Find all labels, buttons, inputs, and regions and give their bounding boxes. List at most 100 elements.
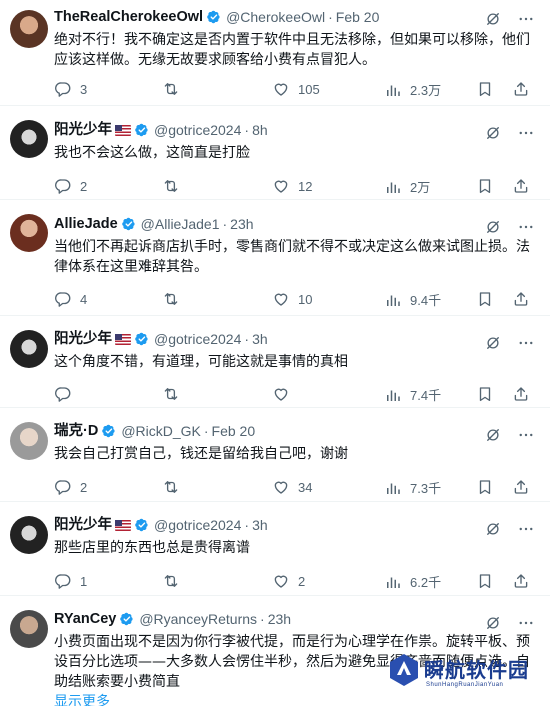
handle[interactable]: @gotrice2024 (154, 516, 241, 534)
share-icon (514, 292, 528, 306)
tweet[interactable]: TheRealCherokeeOwl @CherokeeOwl · Feb 20… (0, 0, 550, 106)
separator-dot: · (244, 122, 250, 138)
reply-button[interactable]: 3 (54, 80, 87, 98)
avatar[interactable] (10, 10, 48, 48)
share-button[interactable] (512, 177, 530, 195)
retweet-button[interactable] (162, 290, 180, 308)
views-button[interactable]: 2.3万 (384, 80, 441, 99)
reply-icon (54, 387, 71, 402)
handle[interactable]: @RickD_GK (121, 422, 201, 440)
retweet-icon (164, 575, 178, 587)
share-button[interactable] (512, 385, 530, 403)
more-options-icon[interactable] (516, 124, 536, 142)
timestamp[interactable]: 3h (252, 516, 268, 534)
more-options-icon[interactable] (516, 218, 536, 236)
reply-button[interactable]: 4 (54, 290, 87, 308)
display-name[interactable]: 阳光少年 (54, 121, 112, 139)
like-button[interactable]: 10 (272, 290, 312, 308)
reply-button[interactable]: 2 (54, 177, 87, 195)
heart-icon (274, 481, 288, 494)
bookmark-button[interactable] (476, 290, 494, 308)
tweet-text: 当他们不再起诉商店扒手时，零售商们就不得不或决定这么做来试图止损。法律体系在这里… (54, 239, 530, 275)
like-button[interactable] (272, 385, 290, 403)
share-button[interactable] (512, 478, 530, 496)
separator-dot: · (244, 517, 250, 533)
timestamp[interactable]: 23h (268, 610, 291, 628)
like-button[interactable]: 12 (272, 177, 312, 195)
bookmark-button[interactable] (476, 80, 494, 98)
handle[interactable]: @gotrice2024 (154, 330, 241, 348)
views-button[interactable]: 7.4千 (384, 385, 441, 404)
share-button[interactable] (512, 572, 530, 590)
handle[interactable]: @RyanceyReturns (139, 610, 257, 628)
display-name[interactable]: 阳光少年 (54, 330, 112, 348)
bookmark-button[interactable] (476, 572, 494, 590)
avatar[interactable] (10, 214, 48, 252)
tweet[interactable]: 阳光少年 @gotrice2024 · 8h 我也不会这么做，这简直是打脸 2 … (0, 106, 550, 200)
views-button[interactable]: 7.3千 (384, 478, 441, 497)
views-button[interactable]: 6.2千 (384, 572, 441, 591)
display-name[interactable]: RYanCey (54, 610, 116, 628)
avatar[interactable] (10, 610, 48, 648)
retweet-button[interactable] (162, 572, 180, 590)
like-button[interactable]: 2 (272, 572, 305, 590)
reply-icon (54, 480, 71, 495)
retweet-button[interactable] (162, 177, 180, 195)
handle[interactable]: @CherokeeOwl (226, 8, 325, 26)
tweet[interactable]: 阳光少年 @gotrice2024 · 3h 那些店里的东西也总是贵得离谱 1 … (0, 502, 550, 596)
timestamp[interactable]: 3h (252, 330, 268, 348)
reply-button[interactable] (54, 385, 72, 403)
tweet[interactable]: 阳光少年 @gotrice2024 · 3h 这个角度不错，有道理，可能这就是事… (0, 316, 550, 408)
bookmark-button[interactable] (476, 177, 494, 195)
display-name[interactable]: TheRealCherokeeOwl (54, 8, 203, 26)
view-count: 2万 (410, 180, 431, 195)
grok-icon[interactable] (484, 520, 502, 538)
avatar[interactable] (10, 330, 48, 368)
bookmark-button[interactable] (476, 385, 494, 403)
display-name[interactable]: 阳光少年 (54, 516, 112, 534)
like-button[interactable]: 34 (272, 478, 312, 496)
avatar[interactable] (10, 516, 48, 554)
share-button[interactable] (512, 290, 530, 308)
grok-icon[interactable] (484, 124, 502, 142)
views-button[interactable]: 9.4千 (384, 290, 441, 309)
retweet-button[interactable] (162, 80, 180, 98)
reply-icon (54, 82, 71, 97)
more-options-icon[interactable] (516, 614, 536, 632)
tweet-text: 这个角度不错，有道理，可能这就是事情的真相 (54, 354, 348, 370)
more-options-icon[interactable] (516, 426, 536, 444)
retweet-button[interactable] (162, 385, 180, 403)
views-button[interactable]: 2万 (384, 177, 430, 196)
like-button[interactable]: 105 (272, 80, 320, 98)
timestamp[interactable]: 8h (252, 121, 268, 139)
bookmark-button[interactable] (476, 478, 494, 496)
more-options-icon[interactable] (516, 520, 536, 538)
avatar[interactable] (10, 422, 48, 460)
us-flag-icon (115, 333, 131, 345)
tweet[interactable]: 瑞克·D @RickD_GK · Feb 20 我会自己打赏自己，钱还是留给我自… (0, 408, 550, 502)
handle[interactable]: @AllieJade1 (141, 215, 220, 233)
retweet-button[interactable] (162, 478, 180, 496)
reply-count: 2 (80, 479, 88, 495)
grok-icon[interactable] (484, 614, 502, 632)
timestamp[interactable]: 23h (230, 215, 253, 233)
tweet[interactable]: AllieJade @AllieJade1 · 23h 当他们不再起诉商店扒手时… (0, 200, 550, 316)
display-name[interactable]: 瑞克·D (54, 422, 98, 440)
avatar[interactable] (10, 120, 48, 158)
more-options-icon[interactable] (516, 10, 536, 28)
handle[interactable]: @gotrice2024 (154, 121, 241, 139)
grok-icon[interactable] (484, 426, 502, 444)
bookmark-icon (479, 574, 491, 589)
share-button[interactable] (512, 80, 530, 98)
timestamp[interactable]: Feb 20 (336, 8, 380, 26)
reply-button[interactable]: 1 (54, 572, 87, 590)
grok-icon[interactable] (484, 10, 502, 28)
grok-icon[interactable] (484, 218, 502, 236)
reply-button[interactable]: 2 (54, 478, 87, 496)
heart-icon (274, 575, 288, 588)
retweet-icon (164, 481, 178, 493)
more-options-icon[interactable] (516, 334, 536, 352)
grok-icon[interactable] (484, 334, 502, 352)
timestamp[interactable]: Feb 20 (212, 422, 256, 440)
display-name[interactable]: AllieJade (54, 215, 118, 233)
